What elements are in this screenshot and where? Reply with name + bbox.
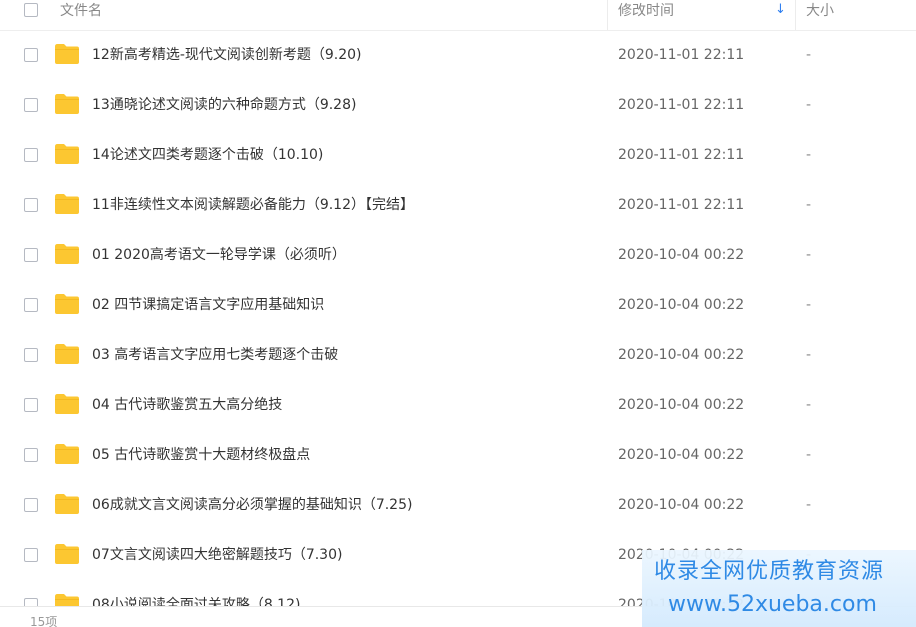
file-name[interactable]: 05 古代诗歌鉴赏十大题材终极盘点 — [92, 445, 310, 465]
row-checkbox[interactable] — [24, 348, 38, 362]
file-row[interactable]: 13通晓论述文阅读的六种命题方式（9.28) 2020-11-01 22:11 - — [0, 81, 916, 131]
folder-icon — [55, 44, 79, 64]
file-name[interactable]: 06成就文言文阅读高分必须掌握的基础知识（7.25) — [92, 495, 412, 515]
folder-icon — [55, 144, 79, 164]
file-size: - — [806, 247, 812, 263]
column-header-size[interactable]: 大小 — [806, 2, 834, 20]
file-size: - — [806, 197, 812, 213]
modified-time: 2020-10-04 00:22 — [618, 397, 745, 413]
file-name[interactable]: 04 古代诗歌鉴赏五大高分绝技 — [92, 395, 282, 415]
file-name[interactable]: 08小说阅读全面过关攻略（8.12) — [92, 595, 300, 606]
column-divider[interactable] — [795, 0, 796, 30]
modified-time: 2020-11-01 22:11 — [618, 97, 745, 113]
row-checkbox[interactable] — [24, 198, 38, 212]
file-name[interactable]: 01 2020高考语文一轮导学课（必须听） — [92, 245, 346, 265]
folder-icon — [55, 444, 79, 464]
folder-icon — [55, 544, 79, 564]
modified-time: 2020-10-04 00:22 — [618, 347, 745, 363]
file-size: - — [806, 47, 812, 63]
watermark-url: www.52xueba.com — [668, 592, 877, 617]
modified-time: 2020-10-04 00:22 — [618, 447, 745, 463]
folder-icon — [55, 94, 79, 114]
file-row[interactable]: 03 高考语言文字应用七类考题逐个击破 2020-10-04 00:22 - — [0, 331, 916, 381]
row-checkbox[interactable] — [24, 598, 38, 606]
row-checkbox[interactable] — [24, 548, 38, 562]
select-all-checkbox[interactable] — [24, 3, 38, 17]
row-checkbox[interactable] — [24, 98, 38, 112]
modified-time: 2020-11-01 22:11 — [618, 147, 745, 163]
sort-desc-icon[interactable]: ↓ — [775, 1, 786, 19]
file-row[interactable]: 01 2020高考语文一轮导学课（必须听） 2020-10-04 00:22 - — [0, 231, 916, 281]
file-row[interactable]: 14论述文四类考题逐个击破（10.10) 2020-11-01 22:11 - — [0, 131, 916, 181]
folder-icon — [55, 594, 79, 606]
modified-time: 2020-10-04 00:22 — [618, 247, 745, 263]
item-count: 15项 — [30, 615, 58, 627]
modified-time: 2020-10-04 00:22 — [618, 297, 745, 313]
file-name[interactable]: 02 四节课搞定语言文字应用基础知识 — [92, 295, 324, 315]
file-row[interactable]: 11非连续性文本阅读解题必备能力（9.12）【完结】 2020-11-01 22:… — [0, 181, 916, 231]
watermark-banner: 收录全网优质教育资源 www.52xueba.com — [642, 550, 916, 627]
file-row[interactable]: 02 四节课搞定语言文字应用基础知识 2020-10-04 00:22 - — [0, 281, 916, 331]
folder-icon — [55, 394, 79, 414]
file-row[interactable]: 06成就文言文阅读高分必须掌握的基础知识（7.25) 2020-10-04 00:… — [0, 481, 916, 531]
folder-icon — [55, 244, 79, 264]
column-header-name[interactable]: 文件名 — [60, 2, 102, 20]
file-list: 12新高考精选-现代文阅读创新考题（9.20) 2020-11-01 22:11 -… — [0, 31, 916, 606]
file-row[interactable]: 05 古代诗歌鉴赏十大题材终极盘点 2020-10-04 00:22 - — [0, 431, 916, 481]
modified-time: 2020-10-04 00:22 — [618, 497, 745, 513]
row-checkbox[interactable] — [24, 248, 38, 262]
row-checkbox[interactable] — [24, 448, 38, 462]
file-size: - — [806, 97, 812, 113]
file-name[interactable]: 11非连续性文本阅读解题必备能力（9.12）【完结】 — [92, 195, 414, 215]
file-size: - — [806, 447, 812, 463]
folder-icon — [55, 494, 79, 514]
column-header-modified-time[interactable]: 修改时间 — [618, 2, 674, 20]
file-list-header: 文件名 修改时间 ↓ 大小 — [0, 0, 916, 31]
watermark-slogan: 收录全网优质教育资源 — [654, 559, 885, 584]
file-browser: 文件名 修改时间 ↓ 大小 12新高考精选-现代文阅读创新考题（9.20) 202… — [0, 0, 916, 627]
row-checkbox[interactable] — [24, 298, 38, 312]
file-name[interactable]: 14论述文四类考题逐个击破（10.10) — [92, 145, 323, 165]
file-row[interactable]: 12新高考精选-现代文阅读创新考题（9.20) 2020-11-01 22:11 - — [0, 31, 916, 81]
file-name[interactable]: 13通晓论述文阅读的六种命题方式（9.28) — [92, 95, 356, 115]
file-name[interactable]: 03 高考语言文字应用七类考题逐个击破 — [92, 345, 338, 365]
row-checkbox[interactable] — [24, 148, 38, 162]
file-size: - — [806, 147, 812, 163]
modified-time: 2020-11-01 22:11 — [618, 197, 745, 213]
file-size: - — [806, 297, 812, 313]
file-row[interactable]: 04 古代诗歌鉴赏五大高分绝技 2020-10-04 00:22 - — [0, 381, 916, 431]
folder-icon — [55, 194, 79, 214]
row-checkbox[interactable] — [24, 398, 38, 412]
modified-time: 2020-11-01 22:11 — [618, 47, 745, 63]
file-size: - — [806, 347, 812, 363]
file-size: - — [806, 397, 812, 413]
row-checkbox[interactable] — [24, 48, 38, 62]
file-name[interactable]: 12新高考精选-现代文阅读创新考题（9.20) — [92, 45, 362, 65]
file-name[interactable]: 07文言文阅读四大绝密解题技巧（7.30) — [92, 545, 342, 565]
column-divider[interactable] — [607, 0, 608, 30]
folder-icon — [55, 294, 79, 314]
folder-icon — [55, 344, 79, 364]
file-size: - — [806, 497, 812, 513]
row-checkbox[interactable] — [24, 498, 38, 512]
